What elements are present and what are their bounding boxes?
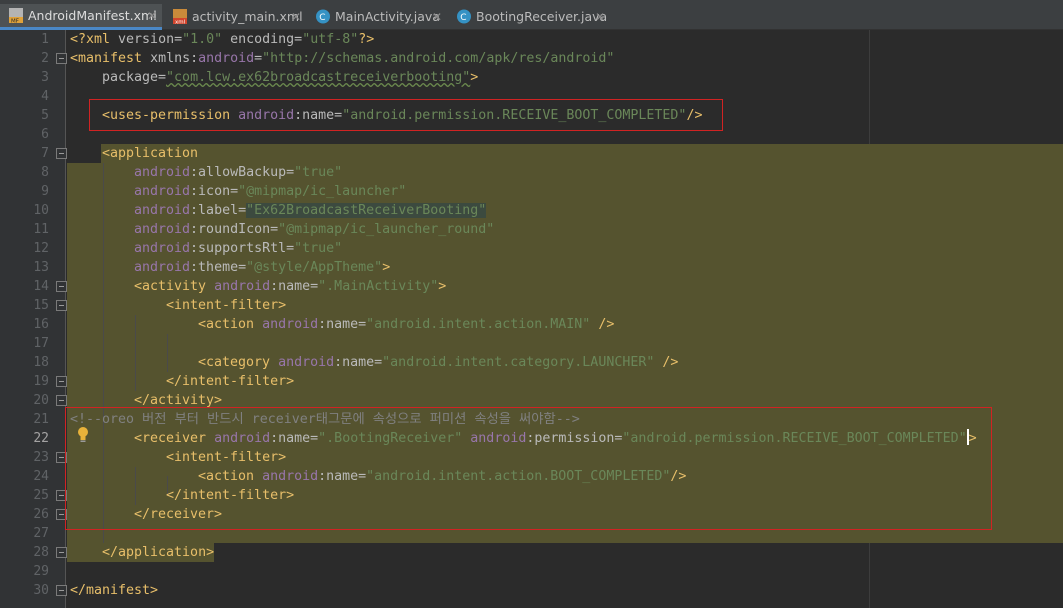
fold-close-icon[interactable]: [56, 585, 67, 596]
line-number: 26: [33, 507, 49, 522]
editor-tab-bar: MF AndroidManifest.xml ✕ xml activity_ma…: [0, 0, 1063, 30]
tab-label: activity_main.xml: [192, 9, 303, 24]
java-class-icon: C: [316, 9, 330, 24]
java-class-icon: C: [457, 9, 471, 24]
line-number: 5: [41, 108, 49, 123]
code-line-7: <application: [102, 146, 199, 161]
code-line-16: <action android:name="android.intent.act…: [198, 317, 615, 332]
fold-close-icon[interactable]: [56, 376, 67, 387]
code-line-12: android:supportsRtl="true": [134, 241, 343, 256]
tab-activity-main-xml[interactable]: xml activity_main.xml ✕: [164, 4, 306, 30]
xml-manifest-icon: MF: [9, 8, 23, 24]
line-number: 25: [33, 488, 49, 503]
tab-androidmanifest-xml[interactable]: MF AndroidManifest.xml ✕: [0, 4, 162, 30]
svg-text:MF: MF: [11, 19, 19, 24]
code-line-18: <category android:name="android.intent.c…: [198, 355, 679, 370]
svg-text:C: C: [319, 13, 325, 23]
line-number: 4: [41, 89, 49, 104]
code-line-3: package="com.lcw.ex62broadcastreceiverbo…: [102, 70, 479, 85]
fold-open-icon[interactable]: [56, 53, 67, 64]
selection-highlight: [101, 144, 1063, 163]
line-number: 16: [33, 317, 49, 332]
line-number: 6: [41, 127, 49, 142]
code-line-9: android:icon="@mipmap/ic_launcher": [134, 184, 407, 199]
line-number: 10: [33, 203, 49, 218]
tab-mainactivity-java[interactable]: C MainActivity.java ✕: [307, 4, 447, 30]
line-number: 8: [41, 165, 49, 180]
code-line-14: <activity android:name=".MainActivity">: [134, 279, 447, 294]
fold-close-icon[interactable]: [56, 395, 67, 406]
tab-bootingreceiver-java[interactable]: C BootingReceiver.java ✕: [448, 4, 610, 30]
line-number: 11: [33, 222, 49, 237]
line-number: 1: [41, 32, 49, 47]
line-number: 21: [33, 412, 49, 427]
xml-layout-icon: xml: [173, 9, 187, 25]
svg-text:xml: xml: [175, 20, 186, 25]
close-icon[interactable]: ✕: [595, 4, 605, 30]
line-number: 23: [33, 450, 49, 465]
annotation-box-receiver: [65, 407, 992, 530]
line-number: 24: [33, 469, 49, 484]
code-line-11: android:roundIcon="@mipmap/ic_launcher_r…: [134, 222, 495, 237]
code-editor[interactable]: 1 2 3 4 5 6 7 8 9 10 11 12 13 14 15 16 1…: [0, 30, 1063, 608]
line-number: 9: [41, 184, 49, 199]
code-line-15: <intent-filter>: [166, 298, 287, 313]
line-number: 3: [41, 70, 49, 85]
line-number: 7: [41, 146, 49, 161]
line-number: 17: [33, 336, 49, 351]
code-line-28: </application>: [102, 545, 215, 560]
tab-label: MainActivity.java: [335, 9, 440, 24]
svg-text:C: C: [460, 13, 466, 23]
tab-label: BootingReceiver.java: [476, 9, 608, 24]
line-number: 13: [33, 260, 49, 275]
fold-open-icon[interactable]: [56, 281, 67, 292]
code-line-10: android:label="Ex62BroadcastReceiverBoot…: [134, 203, 487, 218]
close-icon[interactable]: ✕: [432, 4, 442, 30]
close-icon[interactable]: ✕: [291, 4, 301, 30]
code-line-19: </intent-filter>: [166, 374, 295, 389]
line-number: 27: [33, 526, 49, 541]
line-number-current: 22: [33, 431, 49, 446]
line-number: 12: [33, 241, 49, 256]
fold-close-icon[interactable]: [56, 547, 67, 558]
code-line-1: <?xml version="1.0" encoding="utf-8"?>: [70, 32, 375, 47]
tab-label: AndroidManifest.xml: [28, 8, 157, 23]
line-number: 18: [33, 355, 49, 370]
line-number: 20: [33, 393, 49, 408]
line-number: 29: [33, 564, 49, 579]
fold-open-icon[interactable]: [56, 300, 67, 311]
code-line-13: android:theme="@style/AppTheme">: [134, 260, 391, 275]
line-number: 30: [33, 583, 49, 598]
line-number: 15: [33, 298, 49, 313]
line-number: 14: [33, 279, 49, 294]
code-line-2: <manifest xmlns:android="http://schemas.…: [70, 51, 615, 66]
line-number: 28: [33, 545, 49, 560]
code-line-30: </manifest>: [70, 583, 159, 598]
indent-guide: [167, 334, 168, 372]
line-number: 19: [33, 374, 49, 389]
close-icon[interactable]: ✕: [147, 4, 157, 28]
line-number: 2: [41, 51, 49, 66]
annotation-box-uses-permission: [89, 99, 723, 131]
fold-open-icon[interactable]: [56, 148, 67, 159]
code-line-8: android:allowBackup="true": [134, 165, 343, 180]
indent-guide: [135, 315, 136, 391]
